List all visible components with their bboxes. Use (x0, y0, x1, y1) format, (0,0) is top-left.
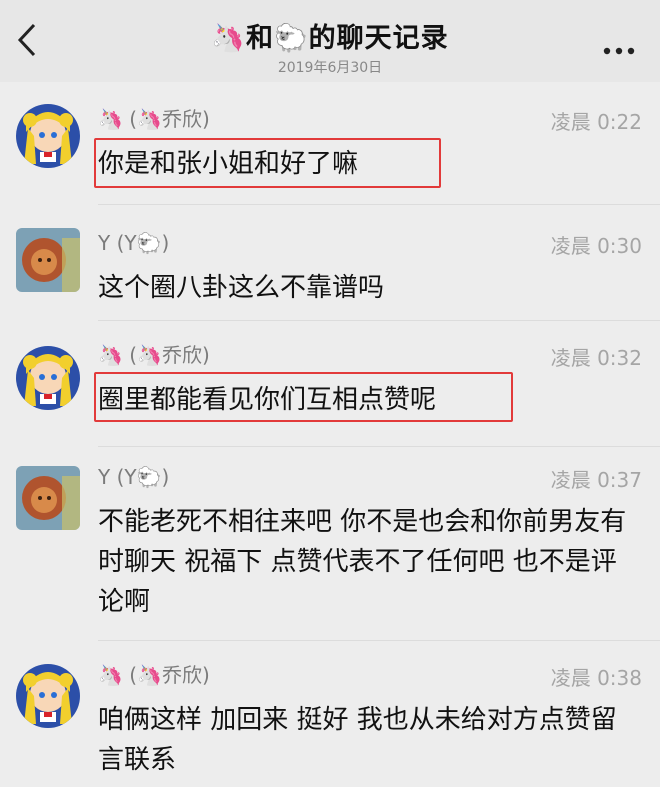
message-text: 不能老死不相往来吧 你不是也会和你前男友有时聊天 祝福下 点赞代表不了任何吧 也… (98, 507, 627, 617)
message-content: Y (Y🐑) 凌晨 0:30 这个圈八卦这么不靠谱吗 (98, 230, 642, 308)
message-time: 凌晨 0:32 (550, 346, 642, 370)
chat-record-header: 🦄和🐑的聊天记录 2019年6月30日 (0, 0, 660, 82)
record-date: 2019年6月30日 (277, 60, 383, 76)
sailor-moon-avatar[interactable] (16, 104, 80, 168)
message-time: 凌晨 0:30 (550, 234, 642, 258)
lion-avatar[interactable] (16, 228, 80, 292)
message-text: 这个圈八卦这么不靠谱吗 (98, 273, 385, 303)
more-horizontal-icon[interactable] (602, 30, 636, 63)
message-time: 凌晨 0:37 (550, 468, 642, 492)
message-text: 咱俩这样 加回来 挺好 我也从未给对方点赞留言联系 (98, 705, 617, 775)
message-time: 凌晨 0:38 (550, 666, 642, 690)
title-area: 🦄和🐑的聊天记录 2019年6月30日 (0, 16, 660, 77)
sailor-moon-avatar[interactable] (16, 346, 80, 410)
message-time: 凌晨 0:22 (550, 110, 642, 134)
highlight-box (94, 138, 441, 188)
highlight-box (94, 372, 513, 422)
page-title: 🦄和🐑的聊天记录 (211, 23, 449, 54)
message-content: Y (Y🐑) 凌晨 0:37 不能老死不相往来吧 你不是也会和你前男友有时聊天 … (98, 464, 642, 622)
divider (98, 446, 660, 447)
lion-avatar[interactable] (16, 466, 80, 530)
divider (98, 640, 660, 641)
sailor-moon-avatar[interactable] (16, 664, 80, 728)
message-content: 🦄 (🦄乔欣) 凌晨 0:38 咱俩这样 加回来 挺好 我也从未给对方点赞留言联… (98, 662, 642, 780)
divider (98, 320, 660, 321)
divider (98, 204, 660, 205)
